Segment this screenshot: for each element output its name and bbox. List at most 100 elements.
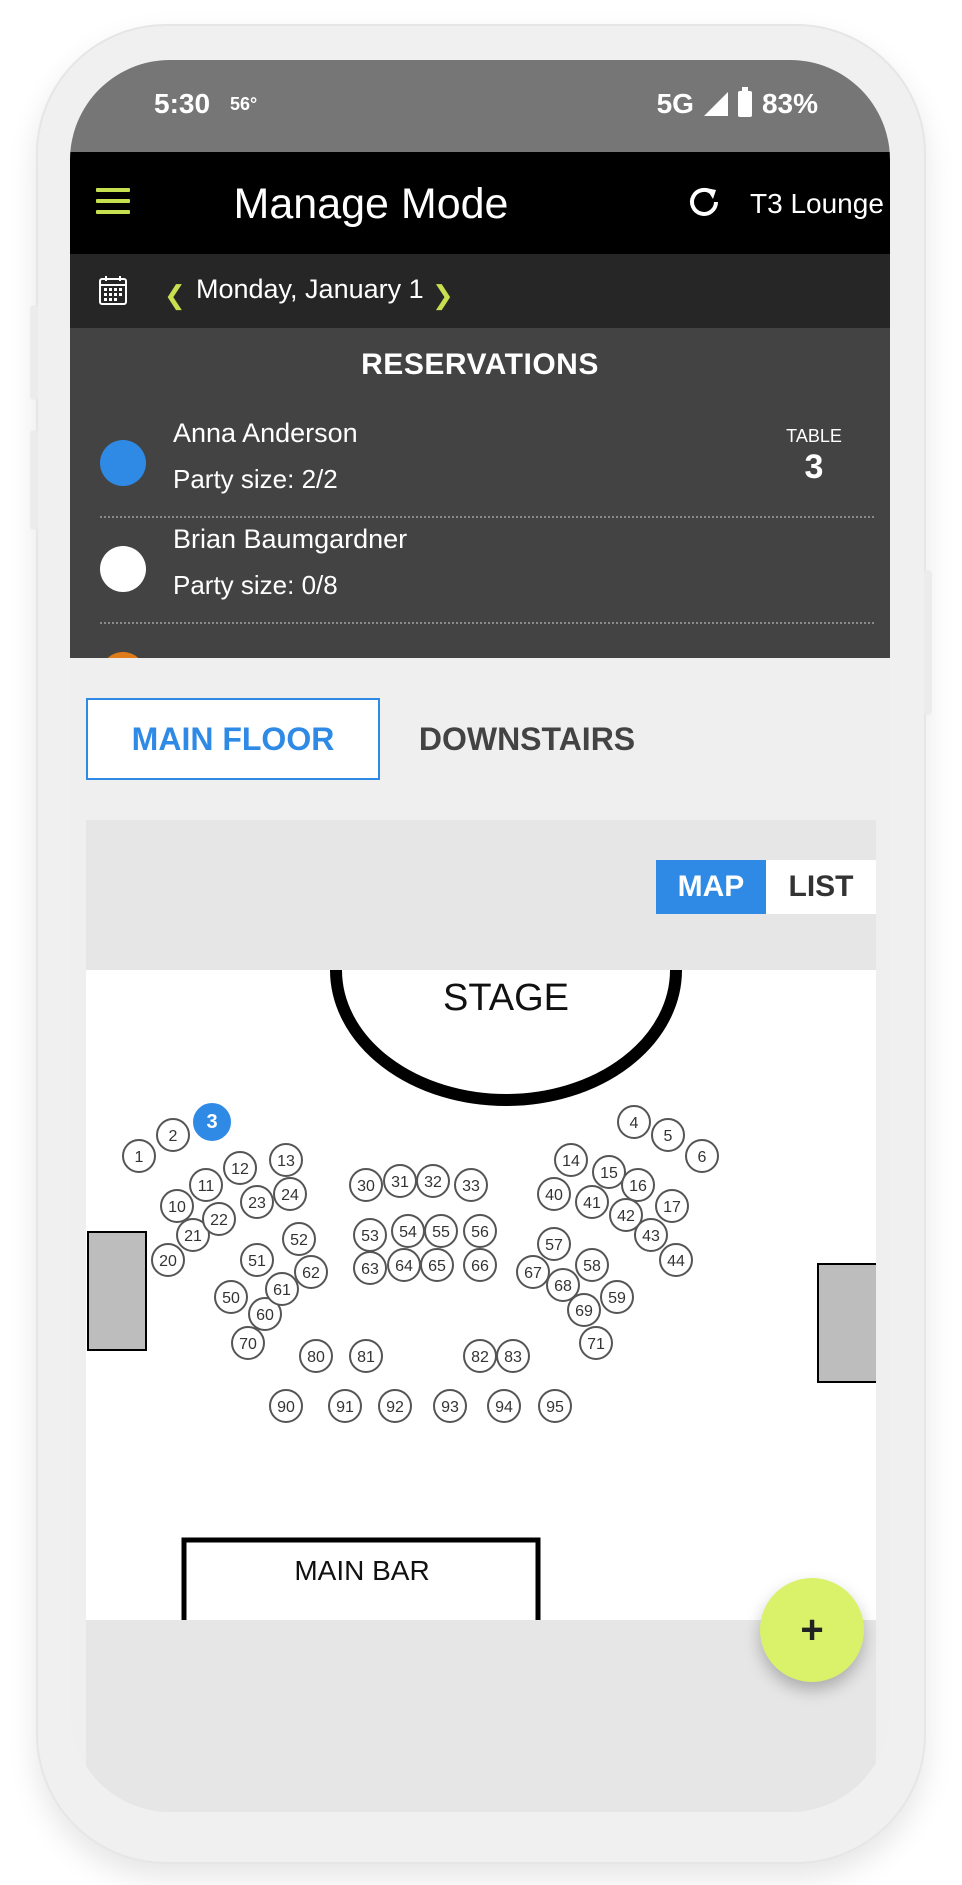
table-marker[interactable]: 53 — [353, 1218, 387, 1252]
status-bar: 5:30 56° 5G 83% — [70, 60, 890, 152]
table-marker[interactable]: 91 — [328, 1389, 362, 1423]
table-number: 31 — [391, 1174, 409, 1191]
table-marker[interactable]: 33 — [454, 1168, 488, 1202]
table-number: 69 — [575, 1303, 593, 1320]
table-marker[interactable]: 92 — [378, 1389, 412, 1423]
table-number: 52 — [290, 1232, 308, 1249]
table-marker[interactable]: 2 — [156, 1118, 190, 1152]
table-marker[interactable]: 61 — [265, 1272, 299, 1306]
table-number: 60 — [256, 1307, 274, 1324]
table-number: 55 — [432, 1224, 450, 1241]
stage-label: STAGE — [443, 977, 569, 1019]
table-number: 66 — [471, 1258, 489, 1275]
table-marker[interactable]: 93 — [433, 1389, 467, 1423]
table-number: 12 — [231, 1161, 249, 1178]
table-marker[interactable]: 24 — [273, 1177, 307, 1211]
table-marker[interactable]: 90 — [269, 1389, 303, 1423]
table-marker[interactable]: 41 — [575, 1185, 609, 1219]
table-marker[interactable]: 44 — [659, 1243, 693, 1277]
table-marker[interactable]: 59 — [600, 1280, 634, 1314]
table-marker[interactable]: 30 — [349, 1168, 383, 1202]
table-marker[interactable]: 55 — [424, 1214, 458, 1248]
table-marker[interactable]: 1 — [122, 1139, 156, 1173]
tab-downstairs[interactable]: DOWNSTAIRS — [380, 698, 674, 780]
table-marker[interactable]: 94 — [487, 1389, 521, 1423]
refresh-icon[interactable] — [686, 184, 722, 220]
table-marker[interactable]: 23 — [240, 1185, 274, 1219]
table-marker[interactable]: 15 — [592, 1155, 626, 1189]
list-view-button[interactable]: LIST — [766, 860, 876, 914]
table-marker[interactable]: 57 — [537, 1227, 571, 1261]
table-marker-selected[interactable]: 3 — [193, 1103, 231, 1141]
map-view-button[interactable]: MAP — [656, 860, 766, 914]
table-marker[interactable]: 13 — [269, 1143, 303, 1177]
table-marker[interactable]: 52 — [282, 1222, 316, 1256]
next-day-chevron-icon[interactable]: ❯ — [432, 280, 454, 311]
table-marker[interactable]: 82 — [463, 1339, 497, 1373]
previous-day-chevron-icon[interactable]: ❮ — [164, 280, 186, 311]
table-marker[interactable]: 40 — [537, 1177, 571, 1211]
table-marker[interactable]: 71 — [579, 1326, 613, 1360]
table-marker[interactable]: 83 — [496, 1339, 530, 1373]
tab-main-floor[interactable]: MAIN FLOOR — [86, 698, 380, 780]
table-marker[interactable]: 14 — [554, 1143, 588, 1177]
table-marker[interactable]: 32 — [416, 1164, 450, 1198]
current-date[interactable]: Monday, January 1 — [196, 274, 424, 305]
table-number: 24 — [281, 1187, 299, 1204]
table-marker[interactable]: 51 — [240, 1243, 274, 1277]
table-marker[interactable]: 80 — [299, 1339, 333, 1373]
table-marker[interactable]: 6 — [685, 1139, 719, 1173]
reservation-party-size: Party size: 2/2 — [173, 464, 338, 494]
table-marker[interactable]: 63 — [353, 1251, 387, 1285]
table-marker[interactable]: 31 — [383, 1164, 417, 1198]
reservation-status-dot — [100, 546, 146, 592]
table-marker[interactable]: 81 — [349, 1339, 383, 1373]
calendar-icon[interactable] — [98, 274, 128, 306]
table-marker[interactable]: 69 — [567, 1293, 601, 1327]
table-marker[interactable]: 65 — [420, 1248, 454, 1282]
table-number: 32 — [424, 1174, 442, 1191]
table-number: 92 — [386, 1399, 404, 1416]
table-marker[interactable]: 54 — [391, 1214, 425, 1248]
table-number: 71 — [587, 1336, 605, 1353]
phone-side-button — [30, 305, 38, 400]
table-marker[interactable]: 5 — [651, 1118, 685, 1152]
table-marker[interactable]: 10 — [160, 1189, 194, 1223]
table-marker[interactable]: 16 — [621, 1168, 655, 1202]
table-marker[interactable]: 11 — [189, 1168, 223, 1202]
table-marker[interactable]: 62 — [294, 1255, 328, 1289]
table-number: 23 — [248, 1195, 266, 1212]
table-marker[interactable]: 66 — [463, 1248, 497, 1282]
table-marker[interactable]: 58 — [575, 1248, 609, 1282]
table-marker[interactable]: 70 — [231, 1326, 265, 1360]
phone-side-button — [30, 430, 38, 530]
table-number: 61 — [273, 1282, 291, 1299]
table-marker[interactable]: 95 — [538, 1389, 572, 1423]
table-marker[interactable]: 56 — [463, 1214, 497, 1248]
floor-plan-svg: STAGE MAIN BAR 123 456101112 13 14151617202… — [87, 970, 876, 1620]
table-marker[interactable]: 4 — [617, 1105, 651, 1139]
reservation-item[interactable]: Anna Anderson Party size: 2/2 TABLE 3 — [100, 412, 874, 518]
reservation-item[interactable]: Brian Baumgardner Party size: 0/8 — [100, 518, 874, 624]
table-marker[interactable]: 50 — [214, 1280, 248, 1314]
phone-screen: 5:30 56° 5G 83% Manage Mode T3 Lounge ❮ … — [70, 60, 890, 1812]
table-number: 83 — [504, 1349, 522, 1366]
table-marker[interactable]: 67 — [516, 1255, 550, 1289]
table-number: 1 — [135, 1149, 144, 1166]
signal-icon — [703, 92, 728, 116]
app-bar: Manage Mode T3 Lounge — [70, 152, 890, 254]
table-number: 94 — [495, 1399, 513, 1416]
venue-name[interactable]: T3 Lounge — [750, 188, 884, 220]
table-marker[interactable]: 20 — [151, 1243, 185, 1277]
table-marker[interactable]: 43 — [634, 1218, 668, 1252]
table-marker[interactable]: 64 — [387, 1248, 421, 1282]
table-number: 56 — [471, 1224, 489, 1241]
table-marker[interactable]: 17 — [655, 1189, 689, 1223]
add-reservation-button[interactable]: + — [760, 1578, 864, 1682]
battery-icon — [737, 87, 752, 117]
table-marker[interactable]: 22 — [202, 1202, 236, 1236]
reservation-item[interactable] — [100, 624, 874, 658]
table-number: 40 — [545, 1187, 563, 1204]
status-indicators: 5G 83% — [657, 87, 818, 120]
table-marker[interactable]: 12 — [223, 1151, 257, 1185]
